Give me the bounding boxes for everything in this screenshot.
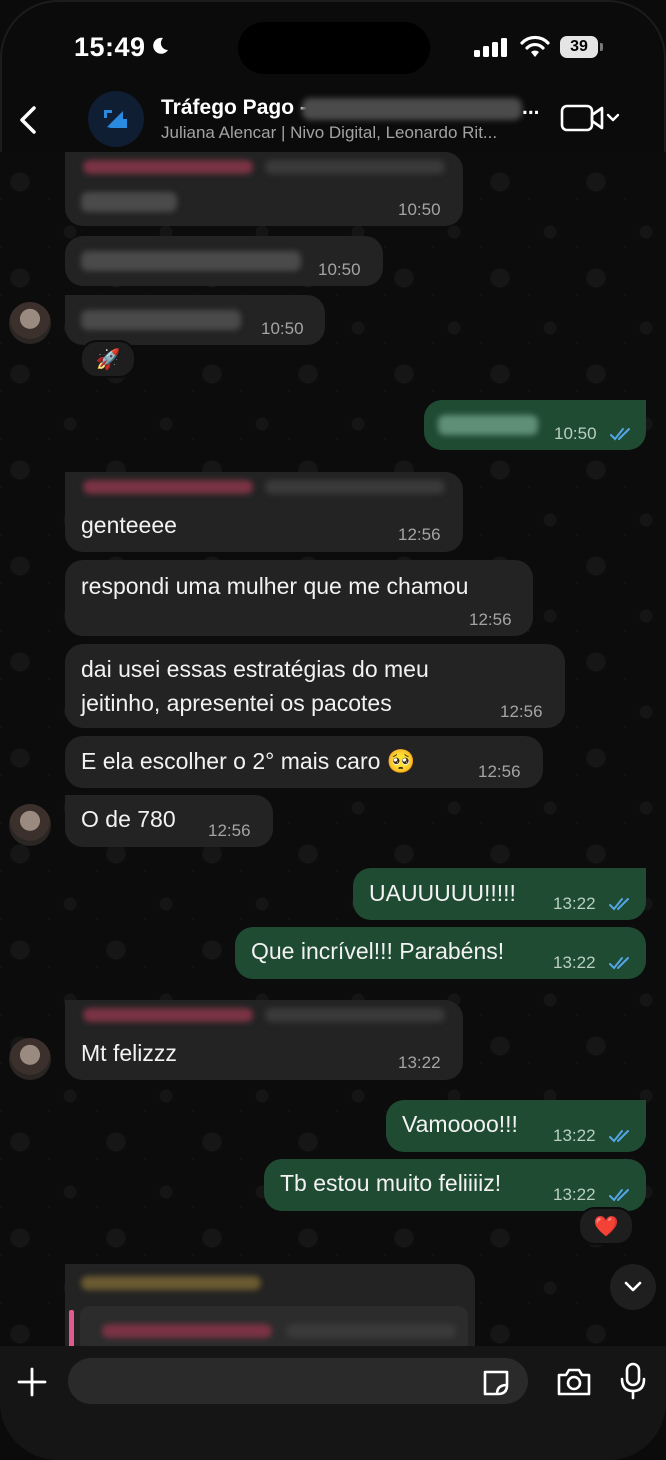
message-reaction[interactable]: 🚀 — [80, 340, 136, 378]
message-text: respondi uma mulher que me chamou — [81, 573, 469, 599]
chevron-down-icon — [624, 1281, 642, 1292]
message-time: 10:50 — [318, 260, 361, 279]
quoted-sender-redacted — [102, 1324, 272, 1338]
sender-name-redacted — [81, 1276, 261, 1290]
composer-bar — [0, 1346, 666, 1460]
dynamic-island — [238, 22, 430, 74]
chat-messages[interactable]: 10:50 10:50 10:50 🚀 10:50 genteeee 12:56… — [0, 152, 666, 1346]
signal-icon — [474, 38, 507, 57]
message-time: 10:50 — [554, 424, 597, 443]
message-bubble[interactable]: genteeee 12:56 — [65, 472, 463, 552]
message-bubble[interactable]: Vamoooo!!! 13:22 — [386, 1100, 646, 1152]
message-text-line1: dai usei essas estratégias do meu — [81, 656, 429, 682]
battery-icon: 39 — [560, 36, 604, 58]
phone-screen: 15:49 39 Tráfego Pago - ... Juliana Alen… — [0, 0, 666, 1460]
message-bubble[interactable]: Tb estou muito feliiiiz! 13:22 — [264, 1159, 646, 1211]
message-text: UAUUUUU!!!!! — [369, 880, 516, 906]
message-text-redacted — [81, 310, 241, 330]
camera-button[interactable] — [556, 1366, 592, 1398]
read-receipt-icon — [609, 1189, 629, 1202]
message-time: 12:56 — [500, 702, 543, 721]
microphone-button[interactable] — [620, 1362, 646, 1400]
reply-quote-bar — [69, 1310, 74, 1350]
message-time: 10:50 — [261, 319, 304, 338]
message-bubble[interactable]: O de 780 12:56 — [65, 795, 273, 847]
message-time: 10:50 — [398, 200, 441, 219]
read-receipt-icon — [609, 957, 629, 970]
message-bubble[interactable]: 10:50 — [65, 295, 325, 345]
message-text-redacted — [81, 251, 301, 271]
message-bubble[interactable]: respondi uma mulher que me chamou 12:56 — [65, 560, 533, 636]
message-bubble[interactable]: Mt felizzz 13:22 — [65, 1000, 463, 1080]
sender-name-redacted — [83, 160, 253, 174]
message-text: E ela escolher o 2° mais caro 🥺 — [81, 748, 416, 774]
message-text: genteeee — [81, 512, 177, 538]
message-time: 12:56 — [208, 821, 251, 840]
attach-plus-button[interactable] — [16, 1366, 48, 1398]
message-time: 12:56 — [469, 610, 512, 629]
message-text-redacted — [438, 415, 538, 435]
battery-tip — [600, 43, 603, 51]
message-text-redacted — [81, 192, 177, 212]
moon-icon — [153, 37, 168, 54]
message-text: Vamoooo!!! — [402, 1111, 518, 1137]
read-receipt-icon — [609, 898, 629, 911]
sender-phone-redacted — [265, 160, 445, 174]
scroll-to-bottom-button[interactable] — [610, 1264, 656, 1310]
message-bubble[interactable]: 10:50 — [65, 236, 383, 286]
sender-phone-redacted — [265, 480, 445, 494]
message-time: 12:56 — [478, 762, 521, 781]
message-bubble[interactable]: UAUUUUU!!!!! 13:22 — [353, 868, 646, 920]
battery-level: 39 — [560, 36, 598, 58]
sender-avatar[interactable] — [9, 1038, 51, 1080]
message-input[interactable] — [68, 1358, 528, 1404]
back-button[interactable] — [12, 100, 44, 140]
sender-avatar[interactable] — [9, 804, 51, 846]
sender-name-redacted — [83, 1008, 253, 1022]
message-text: Que incrível!!! Parabéns! — [251, 938, 505, 964]
quoted-phone-redacted — [286, 1324, 456, 1338]
group-logo-icon — [104, 110, 127, 128]
sticker-button[interactable] — [480, 1368, 512, 1398]
video-call-button[interactable] — [560, 102, 624, 134]
group-avatar[interactable] — [88, 91, 144, 147]
chat-title[interactable]: Tráfego Pago - — [161, 96, 307, 120]
wifi-icon — [520, 35, 550, 57]
message-bubble[interactable]: dai usei essas estratégias do meu jeitin… — [65, 644, 565, 728]
message-bubble[interactable]: Que incrível!!! Parabéns! 13:22 — [235, 927, 646, 979]
message-text: Mt felizzz — [81, 1040, 177, 1066]
message-bubble[interactable]: E ela escolher o 2° mais caro 🥺 12:56 — [65, 736, 543, 788]
title-ellipsis: ... — [522, 96, 540, 119]
message-bubble[interactable]: 10:50 — [424, 400, 646, 450]
message-bubble[interactable]: 10:50 — [65, 152, 463, 226]
status-time: 15:49 — [74, 32, 146, 62]
message-time: 13:22 — [398, 1053, 441, 1072]
message-text: O de 780 — [81, 806, 176, 832]
message-time: 13:22 — [553, 1126, 596, 1145]
message-text-line2: jeitinho, apresentei os pacotes — [81, 690, 392, 716]
message-time: 13:22 — [553, 1185, 596, 1204]
sender-name-redacted — [83, 480, 253, 494]
read-receipt-icon — [609, 1130, 629, 1143]
message-time: 12:56 — [398, 525, 441, 544]
message-reaction[interactable]: ❤️ — [578, 1207, 634, 1245]
message-time: 13:22 — [553, 953, 596, 972]
message-time: 13:22 — [553, 894, 596, 913]
chat-participants[interactable]: Juliana Alencar | Nivo Digital, Leonardo… — [161, 123, 545, 143]
read-receipt-icon — [610, 428, 630, 441]
sender-avatar[interactable] — [9, 302, 51, 344]
message-text: Tb estou muito feliiiiz! — [280, 1170, 502, 1196]
sender-phone-redacted — [265, 1008, 445, 1022]
title-redacted — [302, 98, 522, 120]
